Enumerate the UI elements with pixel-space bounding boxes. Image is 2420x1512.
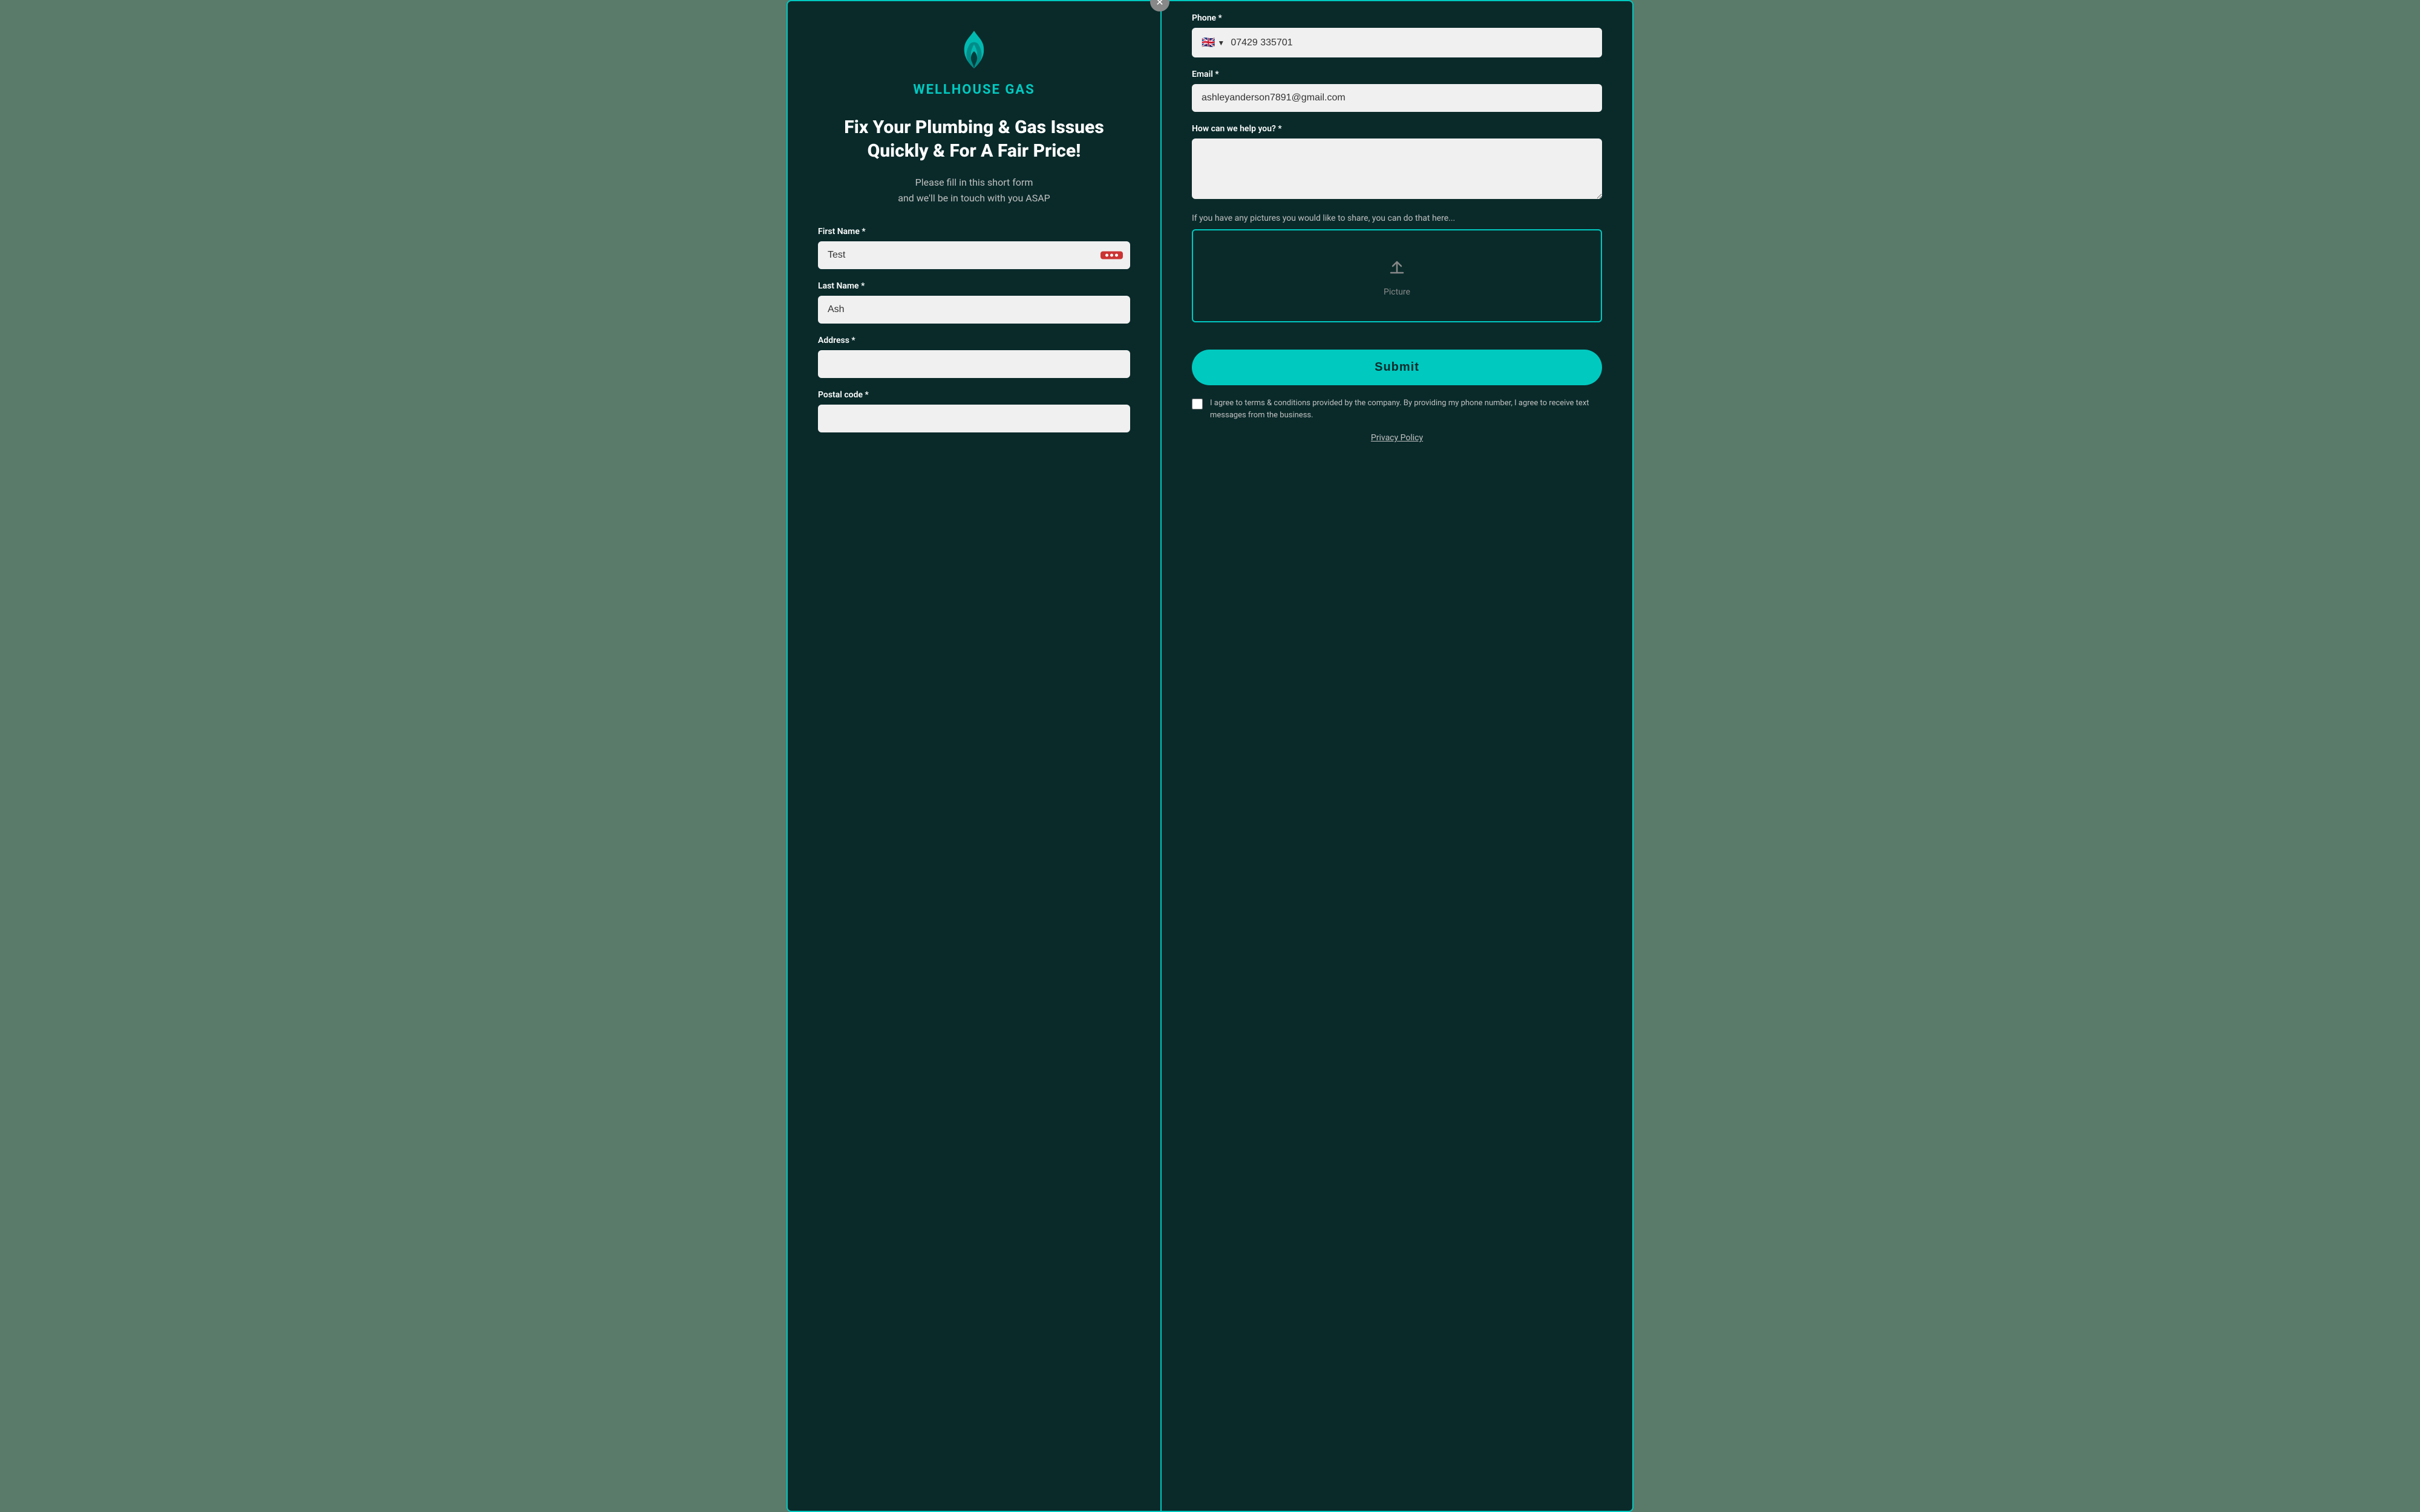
hero-subtitle: Please fill in this short form and we'll… bbox=[818, 175, 1130, 206]
terms-container: I agree to terms & conditions provided b… bbox=[1192, 397, 1602, 421]
postal-code-label: Postal code * bbox=[818, 390, 1130, 400]
first-name-input[interactable] bbox=[818, 241, 1130, 269]
help-label: How can we help you? * bbox=[1192, 124, 1602, 134]
phone-input[interactable] bbox=[1231, 37, 1592, 48]
left-panel: ✕ WELLHOUSE GAS Fix Your Plumbing & Gas … bbox=[786, 0, 1162, 1512]
first-name-group: First Name * bbox=[818, 227, 1130, 269]
picture-instructions: If you have any pictures you would like … bbox=[1192, 213, 1602, 223]
last-name-input[interactable] bbox=[818, 296, 1130, 324]
address-label: Address * bbox=[818, 336, 1130, 345]
help-group: How can we help you? * bbox=[1192, 124, 1602, 201]
brand-logo bbox=[950, 25, 998, 74]
picture-group: If you have any pictures you would like … bbox=[1192, 213, 1602, 322]
hero-title: Fix Your Plumbing & Gas Issues Quickly &… bbox=[818, 116, 1130, 163]
modal-overlay: ✕ WELLHOUSE GAS Fix Your Plumbing & Gas … bbox=[786, 0, 1634, 1512]
upload-area[interactable]: Picture bbox=[1192, 229, 1602, 322]
terms-checkbox[interactable] bbox=[1192, 399, 1203, 409]
address-input[interactable] bbox=[818, 350, 1130, 378]
phone-input-wrapper: 🇬🇧 ▼ bbox=[1192, 28, 1602, 57]
dropdown-arrow-icon: ▼ bbox=[1217, 39, 1225, 47]
last-name-label: Last Name * bbox=[818, 281, 1130, 291]
first-name-icon bbox=[1100, 252, 1123, 259]
right-panel: Phone * 🇬🇧 ▼ Email * How can we help you… bbox=[1162, 0, 1634, 1512]
logo-container: WELLHOUSE GAS bbox=[818, 25, 1130, 97]
terms-text: I agree to terms & conditions provided b… bbox=[1210, 397, 1602, 421]
country-flag-selector[interactable]: 🇬🇧 ▼ bbox=[1202, 36, 1225, 49]
postal-code-input[interactable] bbox=[818, 405, 1130, 432]
privacy-policy-link[interactable]: Privacy Policy bbox=[1192, 433, 1602, 443]
address-group: Address * bbox=[818, 336, 1130, 378]
email-input[interactable] bbox=[1192, 84, 1602, 112]
last-name-group: Last Name * bbox=[818, 281, 1130, 324]
submit-button[interactable]: Submit bbox=[1192, 350, 1602, 385]
brand-name: WELLHOUSE GAS bbox=[818, 82, 1130, 97]
email-group: Email * bbox=[1192, 70, 1602, 112]
upload-icon bbox=[1205, 255, 1589, 281]
upload-text: Picture bbox=[1205, 287, 1589, 297]
first-name-input-wrapper bbox=[818, 241, 1130, 269]
phone-group: Phone * 🇬🇧 ▼ bbox=[1192, 13, 1602, 57]
postal-code-group: Postal code * bbox=[818, 390, 1130, 432]
first-name-label: First Name * bbox=[818, 227, 1130, 236]
email-label: Email * bbox=[1192, 70, 1602, 79]
help-textarea[interactable] bbox=[1192, 138, 1602, 199]
flag-emoji: 🇬🇧 bbox=[1202, 36, 1215, 49]
phone-label: Phone * bbox=[1192, 13, 1602, 23]
